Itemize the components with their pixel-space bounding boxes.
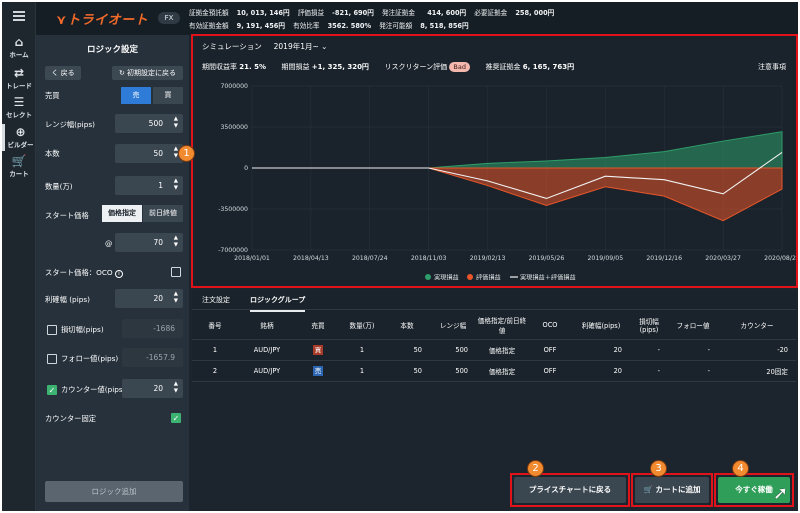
callout-badge-4: 4 [732,460,749,477]
callout-box-2 [510,473,630,507]
stepper-arrows-icon: ▲ ▼ [173,381,178,394]
market-badge[interactable]: FX [158,12,180,24]
follow-label: フォロー値(pips) [61,354,119,363]
callout-badge-1: 1 [178,145,195,162]
nav-cart[interactable]: 🛒 カート [2,154,36,179]
stop-loss-field: -1686 [122,319,183,338]
stepper-arrows-icon: ▲ ▼ [173,116,178,129]
side-tag: 売 [313,365,323,376]
range-label: レンジ幅(pips) [45,120,95,129]
qty-label: 数量(万) [45,182,73,191]
start-price-label: スタート価格 [45,211,89,220]
counter-checkbox[interactable]: ✓ [47,385,57,395]
reset-defaults-button[interactable]: ↻ 初期設定に戻る [112,66,183,80]
counter-stepper[interactable]: 20 ▲ ▼ [122,379,183,398]
stepper-arrows-icon: ▲ ▼ [173,178,178,191]
side-buy-button[interactable]: 買 [153,87,183,104]
stop-loss-label: 損切幅(pips) [61,325,104,334]
order-panel: 注文設定 ロジックグループ 番号 銘柄 売買 数量(万) 本数 レンジ幅 価格指… [192,290,796,382]
side-nav: ⌂ ホーム ⇄ トレード ☰ セレクト ⊕ ビルダー 🛒 カート [2,2,36,511]
take-profit-label: 利確幅 (pips) [45,295,90,304]
account-stats-row1: 証拠金預託額 10, 013, 146円 評価損益 -821, 690円 発注証… [189,9,555,17]
app-logo: ⋎トライオート [56,13,149,28]
callout-badge-3: 3 [650,460,667,477]
table-header: 番号 銘柄 売買 数量(万) 本数 レンジ幅 価格指定/前日終値 OCO 利確幅… [192,312,796,340]
start-price-prev-close-button[interactable]: 前日終値 [143,205,183,222]
order-tabs: 注文設定 ロジックグループ [192,290,796,312]
oco-checkbox[interactable] [171,267,181,277]
callout-box-1 [191,34,798,288]
app-frame: ⌂ ホーム ⇄ トレード ☰ セレクト ⊕ ビルダー 🛒 カート ⋎トライオート… [2,2,798,511]
stop-loss-checkbox[interactable] [47,325,57,335]
nav-builder[interactable]: ⊕ ビルダー [2,124,36,151]
counter-fixed-label: カウンター固定 [45,414,97,423]
table-row[interactable]: 1 AUD/JPY 買 1 50 500 価格指定 OFF 20 - - -20 [192,339,796,361]
logic-settings-panel: ロジック設定 く 戻る ↻ 初期設定に戻る 売買 売 買 レンジ幅(pips) … [36,35,189,511]
back-button[interactable]: く 戻る [45,66,81,80]
trade-icon: ⇄ [13,66,25,80]
builder-icon: ⊕ [15,125,26,139]
callout-box-4 [714,473,794,507]
stepper-arrows-icon: ▲ ▼ [173,291,178,304]
account-stats-row2: 有効証拠金額 9, 191, 456円 有効比率 3562. 580% 発注可能… [189,22,469,30]
select-icon: ☰ [13,95,25,109]
count-stepper[interactable]: 50 ▲ ▼ [115,144,183,163]
callout-badge-2: 2 [527,460,544,477]
add-logic-button[interactable]: ロジック追加 [45,481,183,502]
logic-group-table: 番号 銘柄 売買 数量(万) 本数 レンジ幅 価格指定/前日終値 OCO 利確幅… [192,312,796,382]
follow-field: -1657.9 [122,348,183,367]
start-price-specify-button[interactable]: 価格指定 [102,205,142,222]
counter-fixed-checkbox[interactable]: ✓ [171,413,181,423]
take-profit-stepper[interactable]: 20 ▲ ▼ [115,289,183,308]
side-tag: 買 [313,344,323,355]
qty-stepper[interactable]: 1 ▲ ▼ [115,176,183,195]
nav-home[interactable]: ⌂ ホーム [2,35,36,60]
count-label: 本数 [45,149,60,158]
counter-label: カウンター値(pips) [61,385,126,394]
side-sell-button[interactable]: 売 [121,87,151,104]
stepper-arrows-icon: ▲ ▼ [173,235,178,248]
range-stepper[interactable]: 500 ▲ ▼ [115,114,183,133]
menu-icon[interactable] [13,11,25,21]
follow-checkbox[interactable] [47,354,57,364]
oco-label: スタート価格：OCO i [45,268,123,278]
callout-box-3 [631,473,713,507]
side-label: 売買 [45,91,60,100]
panel-title: ロジック設定 [86,45,138,55]
info-icon: i [115,270,123,278]
cart-icon: 🛒 [11,154,27,168]
tab-logic-group[interactable]: ロジックグループ [250,295,306,312]
at-label: @ [105,239,113,248]
nav-select[interactable]: ☰ セレクト [2,95,36,120]
start-price-stepper[interactable]: 70 ▲ ▼ [115,233,183,252]
tab-order-settings[interactable]: 注文設定 [202,295,230,305]
nav-trade[interactable]: ⇄ トレード [2,66,36,91]
home-icon: ⌂ [14,35,24,49]
table-row[interactable]: 2 AUD/JPY 売 1 50 500 価格指定 OFF 20 - - 20固… [192,360,796,382]
header: ⋎トライオート FX 証拠金預託額 10, 013, 146円 評価損益 -82… [36,2,798,35]
